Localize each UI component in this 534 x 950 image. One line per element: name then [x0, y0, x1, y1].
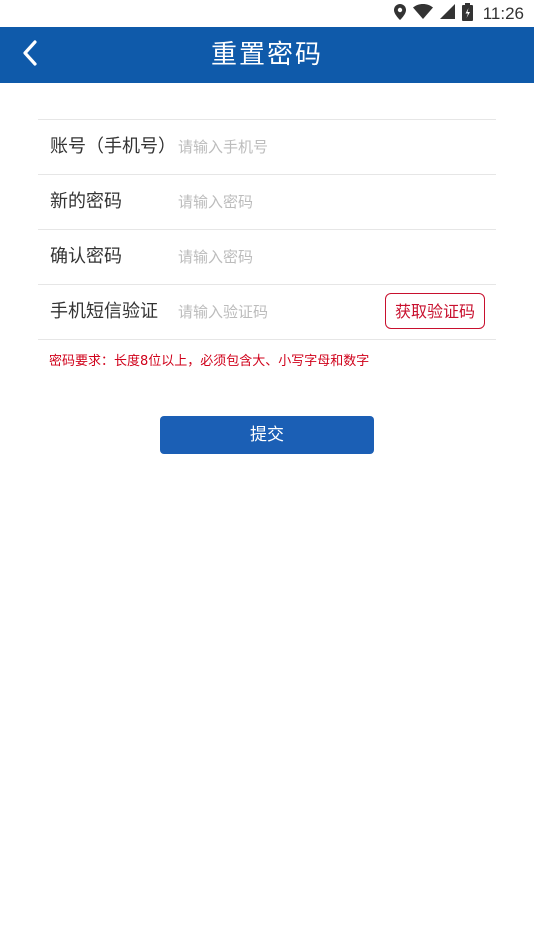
- get-code-button[interactable]: 获取验证码: [385, 293, 485, 329]
- location-icon: [393, 3, 407, 25]
- account-field-label: 账号（手机号）: [50, 136, 176, 157]
- signal-icon: [439, 3, 456, 24]
- battery-icon: [461, 2, 473, 25]
- status-bar: 11:26: [0, 0, 534, 27]
- confirm-password-label: 确认密码: [50, 246, 122, 267]
- page-title: 重置密码: [210, 40, 323, 70]
- password-requirement-hint: 密码要求：长度8位以上，必须包含大、小写字母和数字: [49, 354, 370, 369]
- confirm-password-field-row: 确认密码: [38, 229, 496, 284]
- account-field-row: 账号（手机号）: [38, 119, 496, 174]
- sms-code-field-row: 手机短信验证 获取验证码: [38, 284, 496, 340]
- submit-button[interactable]: 提交: [160, 416, 374, 454]
- wifi-icon: [412, 3, 433, 24]
- status-time: 11:26: [482, 3, 524, 23]
- sms-code-input[interactable]: [178, 299, 368, 325]
- new-password-field-row: 新的密码: [38, 174, 496, 229]
- confirm-password-input[interactable]: [178, 244, 378, 270]
- new-password-label: 新的密码: [50, 191, 122, 212]
- sms-code-label: 手机短信验证: [50, 301, 158, 322]
- new-password-input[interactable]: [178, 189, 378, 215]
- reset-password-form: 账号（手机号） 新的密码 确认密码 手机短信验证 获取验证码: [38, 119, 496, 340]
- status-icons: 11:26: [393, 2, 524, 25]
- phone-input[interactable]: [178, 134, 378, 160]
- app-bar: 重置密码: [0, 27, 534, 83]
